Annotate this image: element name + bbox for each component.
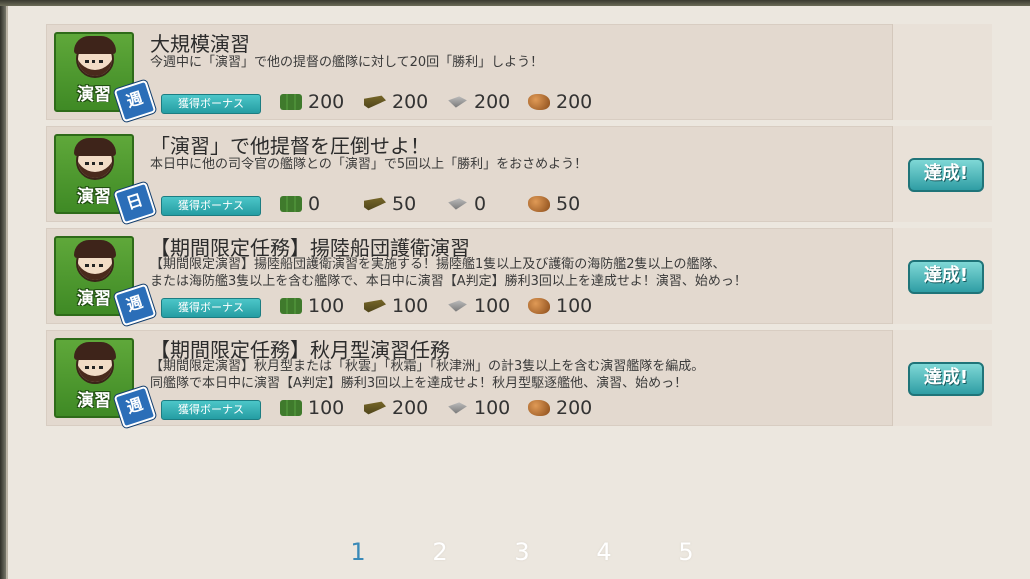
page-3-button[interactable]: 3 <box>507 538 537 566</box>
page-4-button[interactable]: 4 <box>589 538 619 566</box>
reward-fuel: 0 <box>280 192 320 216</box>
quest-row[interactable]: 演習 週 大規模演習 今週中に「演習」で他の提督の艦隊に対して20回「勝利」しよ… <box>46 24 992 123</box>
reward-steel-value: 200 <box>474 91 511 113</box>
bauxite-icon <box>528 400 550 416</box>
reward-steel: 100 <box>446 396 510 420</box>
ammo-icon <box>364 401 386 415</box>
bonus-label: 獲得ボーナス <box>161 196 261 216</box>
reward-steel: 200 <box>446 90 510 114</box>
steel-icon <box>448 198 467 210</box>
quest-description-line: 同艦隊で本日中に演習【A判定】勝利3回以上を達成せよ！秋月型駆逐艦他、演習、始め… <box>150 376 688 391</box>
quest-row[interactable]: 演習 日 「演習」で他提督を圧倒せよ！ 本日中に他の司令官の艦隊との「演習」で5… <box>46 126 992 225</box>
reward-ammo: 200 <box>364 396 428 420</box>
character-portrait-icon <box>74 342 116 384</box>
quest-description: 【期間限定演習】秋月型または「秋雲」「秋霜」「秋津洲」の計3隻以上を含む演習艦隊… <box>150 358 880 392</box>
fuel-icon <box>280 400 302 416</box>
fuel-icon <box>280 196 302 212</box>
reward-ammo: 200 <box>364 90 428 114</box>
character-portrait-icon <box>74 240 116 282</box>
steel-icon <box>448 402 467 414</box>
reward-fuel-value: 0 <box>308 193 321 215</box>
reward-steel: 100 <box>446 294 510 318</box>
completed-badge[interactable]: 達成! <box>908 260 984 294</box>
character-portrait-icon <box>74 138 116 180</box>
quest-description: 【期間限定演習】揚陸船団護衛演習を実施する！揚陸艦1隻以上及び護衛の海防艦2隻以… <box>150 256 880 290</box>
completed-badge[interactable]: 達成! <box>908 158 984 192</box>
bonus-label: 獲得ボーナス <box>161 400 261 420</box>
quest-description: 今週中に「演習」で他の提督の艦隊に対して20回「勝利」しよう！ <box>150 54 880 71</box>
quest-title: 【期間限定任務】揚陸船団護衛演習 <box>150 236 470 258</box>
reward-bauxite: 200 <box>528 90 592 114</box>
page-2-button[interactable]: 2 <box>425 538 455 566</box>
reward-ammo-value: 100 <box>392 295 429 317</box>
quest-description-line: 【期間限定演習】秋月型または「秋雲」「秋霜」「秋津洲」の計3隻以上を含む演習艦隊… <box>150 359 705 374</box>
page-5-button[interactable]: 5 <box>671 538 701 566</box>
reward-fuel: 200 <box>280 90 344 114</box>
reward-bauxite-value: 100 <box>556 295 593 317</box>
bauxite-icon <box>528 298 550 314</box>
reward-ammo-value: 200 <box>392 91 429 113</box>
reward-fuel: 100 <box>280 294 344 318</box>
bonus-label: 獲得ボーナス <box>161 298 261 318</box>
reward-steel-value: 0 <box>474 193 487 215</box>
reward-bauxite-value: 200 <box>556 91 593 113</box>
completed-badge[interactable]: 達成! <box>908 362 984 396</box>
quest-title: 【期間限定任務】秋月型演習任務 <box>150 338 450 360</box>
quest-row[interactable]: 演習 週 【期間限定任務】揚陸船団護衛演習 【期間限定演習】揚陸船団護衛演習を実… <box>46 228 992 327</box>
steel-icon <box>448 300 467 312</box>
quest-title: 「演習」で他提督を圧倒せよ！ <box>150 134 430 156</box>
page-1-button[interactable]: 1 <box>343 538 373 566</box>
quest-description-line: または海防艦3隻以上を含む艦隊で、本日中に演習【A判定】勝利3回以上を達成せよ！… <box>150 274 747 289</box>
quest-description-line: 本日中に他の司令官の艦隊との「演習」で5回以上「勝利」をおさめよう！ <box>150 157 588 172</box>
quest-status-area <box>892 24 992 120</box>
quest-description-line: 【期間限定演習】揚陸船団護衛演習を実施する！揚陸艦1隻以上及び護衛の海防艦2隻以… <box>150 257 726 272</box>
reward-steel-value: 100 <box>474 295 511 317</box>
reward-bauxite: 100 <box>528 294 592 318</box>
reward-bauxite: 50 <box>528 192 580 216</box>
reward-bauxite-value: 50 <box>556 193 581 215</box>
quest-title: 大規模演習 <box>150 32 250 54</box>
fuel-icon <box>280 94 302 110</box>
ammo-icon <box>364 299 386 313</box>
bonus-label: 獲得ボーナス <box>161 94 261 114</box>
ammo-icon <box>364 95 386 109</box>
bauxite-icon <box>528 94 550 110</box>
reward-steel-value: 100 <box>474 397 511 419</box>
fuel-icon <box>280 298 302 314</box>
reward-fuel-value: 100 <box>308 295 345 317</box>
reward-bauxite-value: 200 <box>556 397 593 419</box>
quest-description-line: 今週中に「演習」で他の提督の艦隊に対して20回「勝利」しよう！ <box>150 55 544 70</box>
reward-fuel: 100 <box>280 396 344 420</box>
reward-ammo: 100 <box>364 294 428 318</box>
quest-row[interactable]: 演習 週 【期間限定任務】秋月型演習任務 【期間限定演習】秋月型または「秋雲」「… <box>46 330 992 429</box>
steel-icon <box>448 96 467 108</box>
bauxite-icon <box>528 196 550 212</box>
reward-steel: 0 <box>446 192 486 216</box>
reward-ammo-value: 50 <box>392 193 417 215</box>
quest-description: 本日中に他の司令官の艦隊との「演習」で5回以上「勝利」をおさめよう！ <box>150 156 880 173</box>
reward-fuel-value: 100 <box>308 397 345 419</box>
character-portrait-icon <box>74 36 116 78</box>
reward-bauxite: 200 <box>528 396 592 420</box>
ammo-icon <box>364 197 386 211</box>
reward-ammo: 50 <box>364 192 416 216</box>
reward-fuel-value: 200 <box>308 91 345 113</box>
reward-ammo-value: 200 <box>392 397 429 419</box>
